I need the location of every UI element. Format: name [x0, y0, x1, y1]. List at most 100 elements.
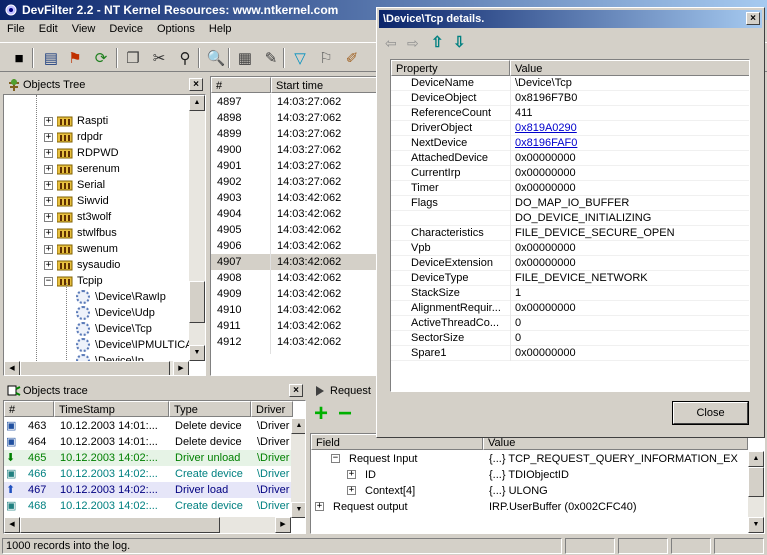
expand-toggle-icon[interactable]: +: [44, 228, 53, 238]
scroll-thumb[interactable]: [20, 361, 170, 375]
request-vertical-scrollbar[interactable]: ▲ ▼: [748, 451, 764, 533]
export-icon[interactable]: ▦: [234, 47, 256, 69]
trace-vertical-scrollbar[interactable]: ▲ ▼: [291, 418, 305, 518]
table-row[interactable]: ⬆ 467 10.12.2003 14:02:... Driver load \Driv…: [4, 482, 291, 498]
table-row[interactable]: 4897 14:03:27:062: [211, 94, 377, 110]
scroll-up-arrow-icon[interactable]: ▲: [748, 451, 764, 467]
table-row[interactable]: ▣ 463 10.12.2003 14:01:... Delete device \Dr…: [4, 418, 291, 434]
copy-icon[interactable]: ❐: [122, 47, 144, 69]
column-header-start-time[interactable]: Start time: [271, 77, 377, 93]
menu-view[interactable]: View: [65, 20, 103, 38]
table-row[interactable]: ▣ 464 10.12.2003 14:01:... Delete device \Dr…: [4, 434, 291, 450]
property-row[interactable]: AlignmentRequir... 0x00000000: [391, 301, 749, 316]
expand-toggle-icon[interactable]: +: [44, 180, 53, 190]
table-row[interactable]: 4911 14:03:42:062: [211, 318, 377, 334]
column-header-number[interactable]: #: [4, 401, 54, 417]
tree-node[interactable]: + Raspti: [44, 113, 108, 129]
menu-device[interactable]: Device: [102, 20, 150, 38]
tree-node[interactable]: + stwlfbus: [44, 225, 117, 241]
tree-node[interactable]: + sysaudio: [44, 257, 120, 273]
scroll-right-arrow-icon[interactable]: ▶: [275, 517, 291, 533]
column-header-timestamp[interactable]: TimeStamp: [54, 401, 169, 417]
add-icon[interactable]: +: [314, 402, 334, 426]
property-value-link[interactable]: 0x8196FAF0: [511, 136, 749, 151]
expand-toggle-icon[interactable]: +: [347, 486, 356, 495]
table-row[interactable]: 4912 14:03:42:062: [211, 334, 377, 350]
property-row[interactable]: ActiveThreadCo... 0: [391, 316, 749, 331]
scroll-up-arrow-icon[interactable]: ▲: [291, 418, 305, 434]
scroll-down-arrow-icon[interactable]: ▼: [189, 345, 205, 361]
tree-node[interactable]: \Device\Tcp: [76, 321, 152, 337]
cut-icon[interactable]: ✂: [148, 47, 170, 69]
expand-toggle-icon[interactable]: +: [44, 116, 53, 126]
tree-node[interactable]: − Tcpip: [44, 273, 103, 289]
scroll-down-arrow-icon[interactable]: ▼: [748, 517, 764, 533]
search-icon[interactable]: 🔍: [205, 47, 227, 69]
menu-file[interactable]: File: [0, 20, 32, 38]
table-row[interactable]: 4909 14:03:42:062: [211, 286, 377, 302]
pin-icon[interactable]: ⚐: [315, 47, 337, 69]
expand-toggle-icon[interactable]: −: [331, 454, 340, 463]
close-button[interactable]: Close: [672, 401, 749, 425]
scroll-down-arrow-icon[interactable]: ▼: [291, 502, 305, 518]
table-row[interactable]: 4901 14:03:27:062: [211, 158, 377, 174]
property-row[interactable]: DeviceObject 0x8196F7B0: [391, 91, 749, 106]
filter-icon[interactable]: ⚑: [64, 47, 86, 69]
brush-icon[interactable]: ✐: [341, 47, 363, 69]
menu-options[interactable]: Options: [150, 20, 202, 38]
property-row[interactable]: AttachedDevice 0x00000000: [391, 151, 749, 166]
tree-vertical-scrollbar[interactable]: ▲ ▼: [189, 95, 205, 361]
column-header-property[interactable]: Property: [391, 60, 510, 76]
table-row[interactable]: + Context[4] {...} ULONG: [311, 483, 748, 499]
tree-node[interactable]: \Device\IPMULTICAST: [76, 337, 205, 353]
save-icon[interactable]: ■: [8, 47, 30, 69]
property-row[interactable]: DriverObject 0x819A0290: [391, 121, 749, 136]
tree-node[interactable]: + Serial: [44, 177, 105, 193]
table-row[interactable]: 4903 14:03:42:062: [211, 190, 377, 206]
table-row[interactable]: 4908 14:03:42:062: [211, 270, 377, 286]
refresh-icon[interactable]: ⟳: [90, 47, 112, 69]
properties-icon[interactable]: ▤: [40, 47, 62, 69]
back-arrow-icon[interactable]: ⇦: [385, 35, 397, 52]
down-arrow-icon[interactable]: ⇩: [453, 33, 466, 51]
property-row[interactable]: Vpb 0x00000000: [391, 241, 749, 256]
table-row[interactable]: − Request Input {...} TCP_REQUEST_QUERY_IN…: [311, 451, 748, 467]
table-row[interactable]: 4907 14:03:42:062: [211, 254, 377, 270]
forward-arrow-icon[interactable]: ⇨: [407, 35, 419, 52]
table-row[interactable]: ▣ 466 10.12.2003 14:02:... Create device \Dr…: [4, 466, 291, 482]
property-row[interactable]: Flags DO_MAP_IO_BUFFER: [391, 196, 749, 211]
tree-node[interactable]: + swenum: [44, 241, 118, 257]
tree-node[interactable]: + RDPWD: [44, 145, 119, 161]
table-row[interactable]: 4904 14:03:42:062: [211, 206, 377, 222]
table-row[interactable]: ⬇ 465 10.12.2003 14:02:... Driver unload \Dr…: [4, 450, 291, 466]
property-row[interactable]: StackSize 1: [391, 286, 749, 301]
property-row[interactable]: Characteristics FILE_DEVICE_SECURE_OPEN: [391, 226, 749, 241]
table-row[interactable]: 4899 14:03:27:062: [211, 126, 377, 142]
scroll-thumb[interactable]: [189, 281, 205, 323]
table-row[interactable]: ▣ 468 10.12.2003 14:02:... Create device \Dr…: [4, 498, 291, 514]
scroll-left-arrow-icon[interactable]: ◀: [4, 361, 20, 375]
table-row[interactable]: 4910 14:03:42:062: [211, 302, 377, 318]
tree-node[interactable]: \Device\RawIp: [76, 289, 166, 305]
close-objects-trace-button[interactable]: ×: [289, 384, 303, 397]
property-row[interactable]: Spare1 0x00000000: [391, 346, 749, 361]
tree-node[interactable]: + Siwvid: [44, 193, 109, 209]
tree-horizontal-scrollbar[interactable]: ◀ ▶: [4, 361, 189, 375]
scroll-thumb[interactable]: [20, 517, 220, 533]
expand-toggle-icon[interactable]: +: [347, 470, 356, 479]
tree-node[interactable]: + rdpdr: [44, 129, 103, 145]
tree-node[interactable]: + serenum: [44, 161, 120, 177]
expand-toggle-icon[interactable]: +: [315, 502, 324, 511]
property-row[interactable]: ReferenceCount 411: [391, 106, 749, 121]
close-objects-tree-button[interactable]: ×: [189, 78, 203, 91]
tree-node[interactable]: \Device\Udp: [76, 305, 155, 321]
binoculars-icon[interactable]: ⚲: [174, 47, 196, 69]
close-dialog-icon[interactable]: ×: [746, 12, 760, 25]
column-header-value[interactable]: Value: [510, 60, 749, 76]
scroll-left-arrow-icon[interactable]: ◀: [4, 517, 20, 533]
tree-node[interactable]: + st3wolf: [44, 209, 111, 225]
table-row[interactable]: 4898 14:03:27:062: [211, 110, 377, 126]
table-row[interactable]: 4906 14:03:42:062: [211, 238, 377, 254]
property-row[interactable]: DeviceExtension 0x00000000: [391, 256, 749, 271]
funnel-icon[interactable]: ▽: [289, 47, 311, 69]
